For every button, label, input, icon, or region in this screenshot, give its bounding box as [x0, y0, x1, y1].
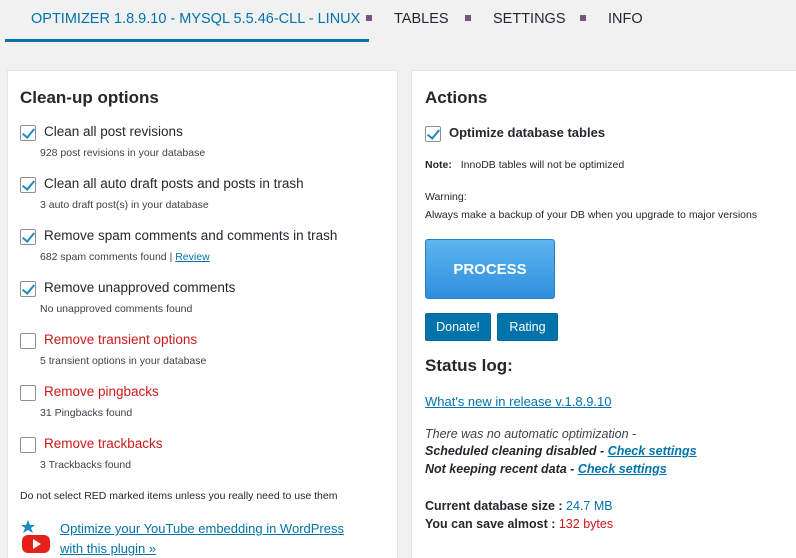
youtube-icon [21, 520, 50, 553]
tab-settings[interactable]: SETTINGS [493, 11, 566, 27]
transient-options-checkbox[interactable] [20, 333, 36, 349]
auto-drafts-checkbox[interactable] [20, 177, 36, 193]
savings-line: You can save almost : 132 bytes [425, 517, 613, 531]
db-size-value: 24.7 MB [566, 499, 613, 513]
check-settings-link[interactable]: Check settings [608, 444, 697, 458]
nav-tabs: OPTIMIZER 1.8.9.10 - MYSQL 5.5.46-CLL - … [0, 0, 796, 42]
savings-value: 132 bytes [558, 517, 614, 531]
actions-panel: Actions Optimize database tables Note: I… [411, 70, 796, 558]
option-label: Remove spam comments and comments in tra… [44, 228, 338, 243]
active-tab-indicator [5, 39, 369, 42]
db-size-label: Current database size : [425, 499, 567, 513]
note-label: Note: [425, 159, 452, 171]
tab-optimizer[interactable]: OPTIMIZER 1.8.9.10 - MYSQL 5.5.46-CLL - … [31, 11, 360, 27]
cleanup-title: Clean-up options [20, 88, 159, 107]
whats-new-link[interactable]: What's new in release v.1.8.9.10 [425, 394, 612, 409]
option-desc: 3 Trackbacks found [40, 459, 132, 471]
tab-separator [580, 15, 586, 21]
option-label: Remove pingbacks [44, 384, 159, 399]
red-items-warning: Do not select RED marked items unless yo… [20, 490, 338, 502]
tab-separator [465, 15, 471, 21]
option-desc: 31 Pingbacks found [40, 407, 133, 419]
option-label: Clean all post revisions [44, 124, 183, 139]
optimize-label: Optimize database tables [449, 125, 606, 140]
warning-text: Always make a backup of your DB when you… [425, 209, 758, 221]
status-log-title: Status log: [425, 356, 513, 375]
option-desc-text: 682 spam comments found | [40, 251, 173, 263]
spam-comments-checkbox[interactable] [20, 229, 36, 245]
option-desc: 682 spam comments found | Review [40, 251, 210, 263]
option-label: Clean all auto draft posts and posts in … [44, 176, 304, 191]
check-settings-link[interactable]: Check settings [578, 462, 667, 476]
option-label: Remove unapproved comments [44, 280, 236, 295]
option-desc: 3 auto draft post(s) in your database [40, 199, 209, 211]
status-line-recent-data: Not keeping recent data - Check settings [425, 462, 667, 476]
cleanup-panel: Clean-up options Clean all post revision… [7, 70, 398, 558]
tab-info[interactable]: INFO [608, 11, 643, 27]
actions-title: Actions [425, 88, 488, 107]
savings-label: You can save almost : [425, 517, 559, 531]
warning-label: Warning: [425, 191, 467, 203]
innodb-note: Note: InnoDB tables will not be optimize… [425, 159, 624, 171]
rating-button[interactable]: Rating [497, 313, 558, 341]
option-label: Remove transient options [44, 332, 198, 347]
review-link[interactable]: Review [175, 251, 209, 263]
youtube-promo[interactable]: Optimize your YouTube embedding in WordP… [20, 517, 380, 557]
tab-tables[interactable]: TABLES [394, 11, 449, 27]
recent-data-text: Not keeping recent data - [425, 462, 578, 476]
status-line-scheduled: Scheduled cleaning disabled - Check sett… [425, 444, 697, 458]
option-label: Remove trackbacks [44, 436, 163, 451]
scheduled-text: Scheduled cleaning disabled - [425, 444, 608, 458]
promo-line-2: with this plugin » [60, 541, 157, 556]
optimize-tables-checkbox[interactable] [425, 126, 441, 142]
note-text: InnoDB tables will not be optimized [460, 159, 625, 171]
pingbacks-checkbox[interactable] [20, 385, 36, 401]
tab-separator [366, 15, 372, 21]
donate-button[interactable]: Donate! [425, 313, 491, 341]
option-desc: 5 transient options in your database [40, 355, 207, 367]
process-button[interactable]: PROCESS [425, 239, 555, 299]
unapproved-comments-checkbox[interactable] [20, 281, 36, 297]
option-desc: 928 post revisions in your database [40, 147, 206, 159]
promo-line-1: Optimize your YouTube embedding in WordP… [60, 521, 344, 536]
db-size-line: Current database size : 24.7 MB [425, 499, 613, 513]
option-desc: No unapproved comments found [40, 303, 193, 315]
post-revisions-checkbox[interactable] [20, 125, 36, 141]
status-line-auto-optimization: There was no automatic optimization - [425, 427, 637, 441]
youtube-promo-link[interactable]: Optimize your YouTube embedding in WordP… [60, 519, 380, 558]
trackbacks-checkbox[interactable] [20, 437, 36, 453]
